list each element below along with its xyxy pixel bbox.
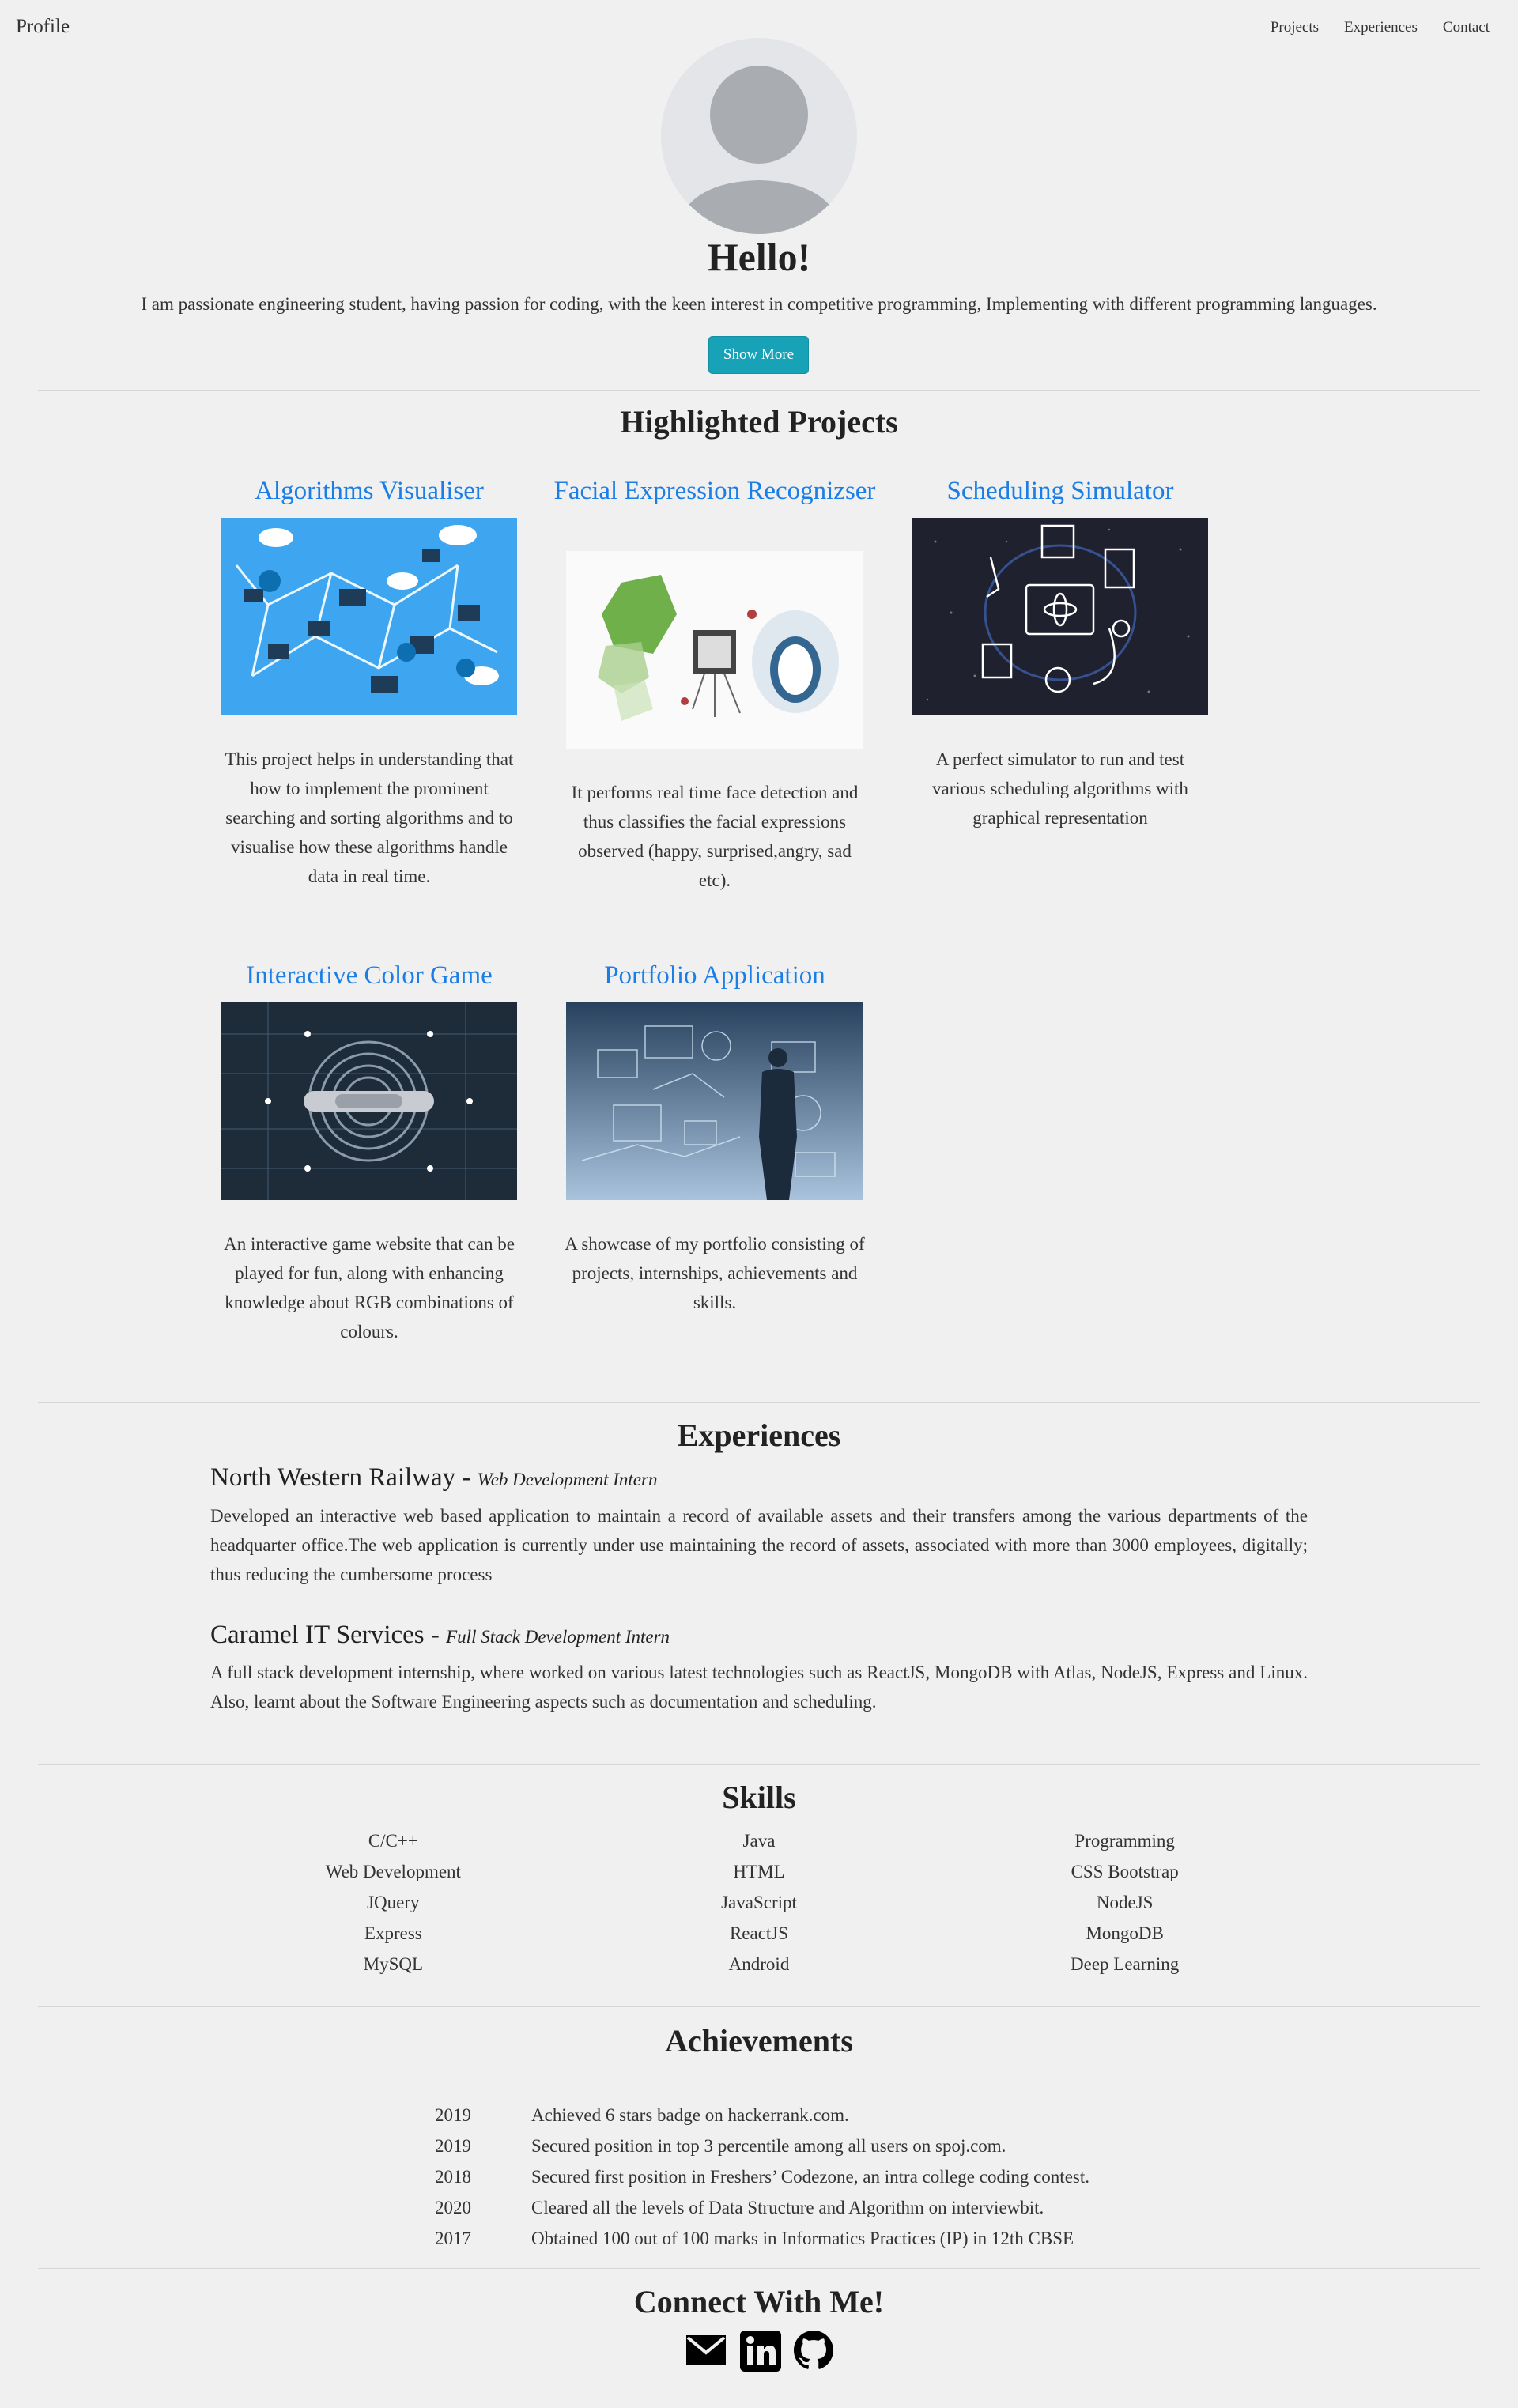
achievement-year: 2017: [435, 2229, 471, 2248]
nav-links: Projects Experiences Contact: [1271, 19, 1490, 36]
project-image-scheduling-simulator[interactable]: [912, 518, 1208, 715]
show-more-button[interactable]: Show More: [708, 336, 809, 374]
project-image-facial-expression-recognizser[interactable]: [566, 551, 863, 749]
achievements-list: 2019 Achieved 6 stars badge on hackerran…: [435, 2100, 1089, 2254]
github-icon[interactable]: [794, 2331, 833, 2372]
skill-item: JavaScript: [721, 1893, 797, 1912]
contact-icons: [685, 2331, 833, 2372]
brand-link[interactable]: Profile: [16, 16, 70, 38]
experience-description: Developed an interactive web based appli…: [210, 1506, 1308, 1584]
achievement-year: 2019: [435, 2136, 471, 2156]
skill-item: MySQL: [363, 1954, 424, 1974]
divider: [38, 390, 1480, 391]
projects-section-title: Highlighted Projects: [620, 404, 898, 440]
nav-link-contact[interactable]: Contact: [1443, 19, 1490, 36]
skill-item: Java: [742, 1831, 776, 1851]
experience-company: Caramel IT Services: [210, 1621, 425, 1649]
divider: [38, 2006, 1480, 2007]
achievement-year: 2020: [435, 2198, 471, 2217]
divider: [38, 1764, 1480, 1765]
project-description-scheduling-simulator: A perfect simulator to run and test vari…: [932, 749, 1188, 828]
mail-icon[interactable]: [685, 2331, 727, 2372]
project-description-algorithms-visualiser: This project helps in understanding that…: [225, 749, 514, 886]
skill-item: Android: [728, 1954, 790, 1974]
separator: -: [430, 1621, 447, 1649]
achievement-year: 2018: [435, 2167, 471, 2187]
achievements-section-title: Achievements: [665, 2023, 853, 2059]
divider: [38, 2268, 1480, 2269]
project-title-portfolio-application[interactable]: Portfolio Application: [549, 959, 881, 993]
skill-item: Programming: [1074, 1831, 1175, 1851]
skill-item: CSS Bootstrap: [1071, 1862, 1179, 1881]
project-description-facial-expression-recognizser: It performs real time face detection and…: [571, 783, 859, 890]
achievement-year: 2019: [435, 2105, 471, 2125]
linkedin-icon[interactable]: [740, 2331, 781, 2372]
skill-item: Web Development: [325, 1862, 461, 1881]
achievement-row: 2019 Achieved 6 stars badge on hackerran…: [435, 2100, 1089, 2131]
project-image-interactive-color-game[interactable]: [221, 1002, 517, 1200]
achievement-text: Obtained 100 out of 100 marks in Informa…: [531, 2229, 1074, 2248]
experience-role: Web Development Intern: [477, 1470, 658, 1489]
project-title-facial-expression-recognizser[interactable]: Facial Expression Recognizser: [549, 474, 881, 508]
project-title-scheduling-simulator[interactable]: Scheduling Simulator: [894, 474, 1226, 508]
skills-section-title: Skills: [722, 1780, 796, 1815]
nav-link-experiences[interactable]: Experiences: [1344, 19, 1418, 36]
project-image-portfolio-application[interactable]: [566, 1002, 863, 1200]
experience-company: North Western Railway: [210, 1463, 456, 1492]
avatar: [661, 38, 857, 234]
achievement-text: Secured position in top 3 percentile amo…: [531, 2136, 1006, 2156]
skill-item: NodeJS: [1096, 1893, 1154, 1912]
skill-item: Deep Learning: [1071, 1954, 1180, 1974]
divider: [38, 1402, 1480, 1403]
separator: -: [462, 1463, 478, 1492]
greeting-heading: Hello!: [707, 235, 811, 279]
project-description-interactive-color-game: An interactive game website that can be …: [224, 1234, 515, 1342]
skill-item: MongoDB: [1086, 1923, 1164, 1943]
skill-item: C/C++: [368, 1831, 418, 1851]
achievement-text: Secured first position in Freshers’ Code…: [531, 2167, 1089, 2187]
skill-item: Express: [364, 1923, 422, 1943]
experience-heading: Caramel IT Services - Full Stack Develop…: [210, 1621, 670, 1650]
experience-heading: North Western Railway - Web Development …: [210, 1463, 657, 1493]
achievement-row: 2017 Obtained 100 out of 100 marks in In…: [435, 2223, 1089, 2254]
intro-text: I am passionate engineering student, hav…: [141, 294, 1377, 314]
achievement-row: 2020 Cleared all the levels of Data Stru…: [435, 2192, 1089, 2223]
achievement-text: Achieved 6 stars badge on hackerrank.com…: [531, 2105, 849, 2125]
skill-item: JQuery: [367, 1893, 420, 1912]
project-title-interactive-color-game[interactable]: Interactive Color Game: [203, 959, 535, 993]
user-icon: [675, 66, 843, 234]
project-title-algorithms-visualiser[interactable]: Algorithms Visualiser: [203, 474, 535, 508]
nav-link-projects[interactable]: Projects: [1271, 19, 1319, 36]
skill-item: HTML: [733, 1862, 785, 1881]
experience-role: Full Stack Development Intern: [446, 1627, 670, 1647]
project-description-portfolio-application: A showcase of my portfolio consisting of…: [565, 1234, 865, 1312]
achievement-row: 2018 Secured first position in Freshers’…: [435, 2161, 1089, 2192]
achievement-text: Cleared all the levels of Data Structure…: [531, 2198, 1044, 2217]
achievement-row: 2019 Secured position in top 3 percentil…: [435, 2131, 1089, 2161]
skill-item: ReactJS: [729, 1923, 789, 1943]
project-image-algorithms-visualiser[interactable]: [221, 518, 517, 715]
experience-description: A full stack development internship, whe…: [210, 1663, 1308, 1712]
contact-section-title: Connect With Me!: [633, 2284, 885, 2319]
skills-grid: C/C++ Java Programming Web Development H…: [210, 1826, 1308, 1979]
experiences-section-title: Experiences: [677, 1417, 841, 1453]
